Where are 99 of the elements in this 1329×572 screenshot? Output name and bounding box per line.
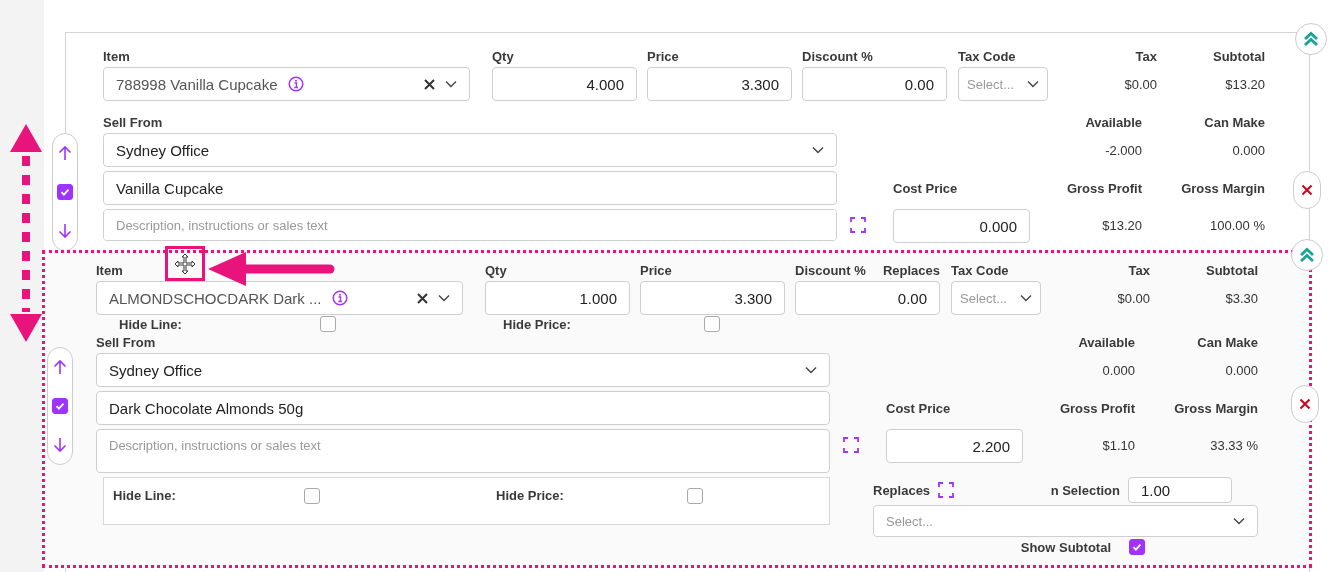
available-value: -2.000 — [1104, 142, 1142, 158]
qty-input[interactable]: 4.000 — [492, 67, 637, 101]
field-label: Discount % — [802, 48, 873, 64]
gross-margin-value: 33.33 % — [1209, 438, 1258, 453]
field-label: Available — [1077, 334, 1135, 350]
expand-icon[interactable] — [850, 217, 866, 233]
field-label: Sell From — [96, 334, 157, 350]
description-input[interactable]: Description, instructions or sales text — [96, 429, 830, 473]
field-label: Replaces — [882, 262, 940, 278]
field-label: Tax — [1127, 262, 1150, 278]
available-value: 0.000 — [1101, 362, 1135, 378]
field-label: Can Make — [1196, 334, 1258, 350]
expand-icon[interactable] — [843, 437, 859, 453]
delete-button[interactable] — [1293, 171, 1321, 209]
field-label: Price — [647, 48, 680, 64]
discount-input[interactable]: 0.00 — [795, 281, 940, 315]
field-label: Gross Margin — [1173, 400, 1258, 416]
gross-margin-value: 100.00 % — [1209, 218, 1265, 233]
clear-icon[interactable] — [417, 292, 428, 304]
chevron-down-icon — [1020, 294, 1032, 302]
info-icon[interactable] — [331, 290, 348, 306]
field-label: Available — [1084, 114, 1142, 130]
field-label: Gross Margin — [1180, 180, 1265, 196]
chevron-down-icon — [1027, 80, 1039, 88]
item-select[interactable]: ALMONDSCHOCDARK Dark ... — [96, 281, 463, 315]
field-label: Cost Price — [886, 400, 952, 416]
cost-price-input[interactable]: 2.200 — [886, 429, 1023, 463]
chevron-down-icon — [812, 146, 824, 154]
tax-amount: $0.00 — [1116, 290, 1150, 306]
replaces-label: Replaces — [873, 482, 931, 498]
discount-input[interactable]: 0.00 — [802, 67, 947, 101]
checkbox[interactable] — [57, 184, 73, 200]
cost-price-input[interactable]: 0.000 — [893, 209, 1030, 243]
arrow-up-icon[interactable] — [53, 359, 67, 376]
field-label: Price — [640, 262, 673, 278]
clear-icon[interactable] — [424, 78, 435, 90]
delete-button[interactable] — [1291, 385, 1319, 423]
close-icon — [1301, 184, 1313, 196]
can-make-value: 0.000 — [1231, 142, 1265, 158]
field-label: Subtotal — [1212, 48, 1265, 64]
price-input[interactable]: 3.300 — [640, 281, 785, 315]
field-label: Gross Profit — [1065, 180, 1142, 196]
collapse-button[interactable] — [1295, 23, 1327, 55]
name-input[interactable]: Dark Chocolate Almonds 50g — [96, 391, 830, 425]
checkmark-icon — [54, 400, 66, 412]
double-chevron-up-icon — [1299, 247, 1315, 263]
name-input[interactable]: Vanilla Cupcake — [103, 171, 837, 205]
field-label: Cost Price — [893, 180, 959, 196]
min-selection-input[interactable]: 1.00 — [1128, 477, 1232, 503]
arrow-up-icon[interactable] — [58, 145, 72, 162]
hide-line-label: Hide Line: — [119, 316, 183, 332]
field-label: Sell From — [103, 114, 164, 130]
checkbox[interactable] — [52, 398, 68, 414]
info-icon[interactable] — [287, 76, 304, 92]
checkmark-icon — [1131, 541, 1143, 553]
field-label: Qty — [492, 48, 515, 64]
expand-icon[interactable] — [938, 482, 955, 498]
hide-price-label: Hide Price: — [503, 316, 572, 332]
checkbox[interactable] — [320, 316, 336, 332]
checkbox[interactable] — [1129, 539, 1145, 555]
checkmark-icon — [59, 186, 71, 198]
field-label: Qty — [485, 262, 508, 278]
sell-from-select[interactable]: Sydney Office — [103, 133, 837, 167]
field-label: Tax Code — [951, 262, 1010, 278]
close-icon — [1299, 398, 1311, 410]
can-make-value: 0.000 — [1224, 362, 1258, 378]
field-label: Discount % — [795, 262, 866, 278]
field-label: Subtotal — [1205, 262, 1258, 278]
show-subtotal-label: Show Subtotal — [1020, 539, 1111, 555]
hide-line-label: Hide Line: — [113, 488, 177, 503]
subtotal-amount: $13.20 — [1224, 76, 1265, 92]
qty-input[interactable]: 1.000 — [485, 281, 630, 315]
item-select[interactable]: 788998 Vanilla Cupcake — [103, 67, 470, 101]
field-label: Tax — [1134, 48, 1157, 64]
collapse-button[interactable] — [1291, 239, 1323, 271]
min-selection-label: n Selection — [1050, 482, 1120, 498]
sell-from-select[interactable]: Sydney Office — [96, 353, 830, 387]
hide-price-label: Hide Price: — [496, 488, 565, 503]
field-label: Gross Profit — [1058, 400, 1135, 416]
arrow-down-icon[interactable] — [58, 222, 72, 239]
chevron-down-icon — [805, 366, 817, 374]
price-input[interactable]: 3.300 — [647, 67, 792, 101]
gross-profit-value: $13.20 — [1101, 218, 1142, 233]
field-label: Item — [103, 48, 130, 64]
chevron-down-icon — [1233, 517, 1245, 525]
checkbox[interactable] — [704, 316, 720, 332]
double-chevron-up-icon — [1303, 31, 1319, 47]
field-label: Item — [96, 262, 123, 278]
chevron-down-icon — [445, 80, 457, 88]
description-input[interactable]: Description, instructions or sales text — [103, 209, 837, 241]
chevron-down-icon — [438, 294, 450, 302]
tax-amount: $0.00 — [1123, 76, 1157, 92]
arrow-down-icon[interactable] — [53, 436, 67, 453]
checkbox[interactable] — [304, 488, 320, 504]
gross-profit-value: $1.10 — [1101, 438, 1135, 453]
checkbox[interactable] — [687, 488, 703, 504]
subtotal-amount: $3.30 — [1224, 290, 1258, 306]
field-label: Tax Code — [958, 48, 1017, 64]
field-label: Can Make — [1203, 114, 1265, 130]
